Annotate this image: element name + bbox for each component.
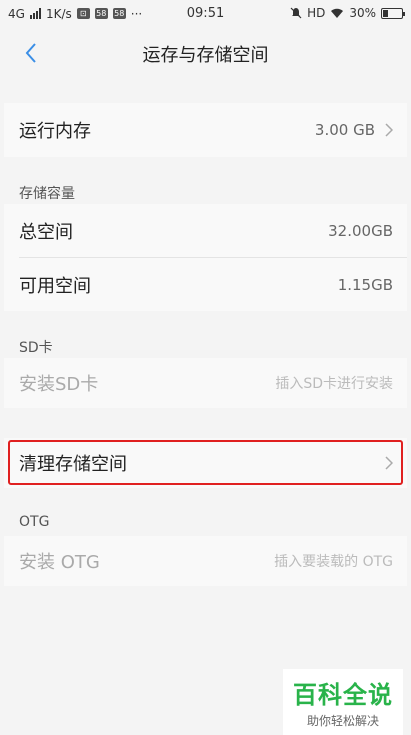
storage-section-header: 存储容量 <box>19 186 75 202</box>
status-right: HD 30% <box>290 6 405 20</box>
available-space-label: 可用空间 <box>19 275 91 297</box>
sd-section-header: SD卡 <box>19 340 53 356</box>
otg-section-header: OTG <box>19 514 50 530</box>
wifi-icon <box>331 8 344 18</box>
battery-fill <box>383 9 389 17</box>
status-bar: 4G 1K/s ⊡ 58 58 ··· 09:51 HD 30% <box>0 0 411 27</box>
chevron-right-icon <box>385 123 393 137</box>
highlight-box <box>8 440 403 485</box>
watermark-subtitle: 助你轻松解决 <box>306 714 379 728</box>
otg-card: 安装 OTG 插入要装载的 OTG <box>4 536 407 586</box>
install-otg-row[interactable]: 安装 OTG 插入要装载的 OTG <box>4 536 407 586</box>
battery-percent: 30% <box>349 6 376 20</box>
total-space-label: 总空间 <box>19 221 73 243</box>
install-sd-row[interactable]: 安装SD卡 插入SD卡进行安装 <box>4 358 407 408</box>
install-sd-hint: 插入SD卡进行安装 <box>275 376 393 392</box>
sd-card: 安装SD卡 插入SD卡进行安装 <box>4 358 407 408</box>
storage-card: 总空间 32.00GB 可用空间 1.15GB <box>4 204 407 311</box>
mute-icon <box>290 7 302 19</box>
hd-indicator: HD <box>307 6 326 20</box>
total-space-row: 总空间 32.00GB <box>4 204 407 257</box>
install-otg-hint: 插入要装载的 OTG <box>274 554 393 570</box>
battery-icon <box>381 7 405 19</box>
page-title: 运存与存储空间 <box>142 45 269 66</box>
install-otg-label: 安装 OTG <box>19 552 100 573</box>
available-space-row: 可用空间 1.15GB <box>4 258 407 311</box>
ram-value: 3.00 GB <box>314 121 375 139</box>
install-sd-label: 安装SD卡 <box>19 374 99 395</box>
ram-label: 运行内存 <box>19 121 91 142</box>
available-space-value: 1.15GB <box>337 275 393 294</box>
watermark-title: 百科全说 <box>293 681 393 709</box>
watermark-logo: 百科全说 助你轻松解决 <box>283 669 403 735</box>
ram-card: 运行内存 3.00 GB <box>4 103 407 157</box>
ram-row[interactable]: 运行内存 3.00 GB <box>4 103 407 157</box>
total-space-value: 32.00GB <box>328 221 393 240</box>
navigation-bar: 运存与存储空间 <box>0 27 411 79</box>
